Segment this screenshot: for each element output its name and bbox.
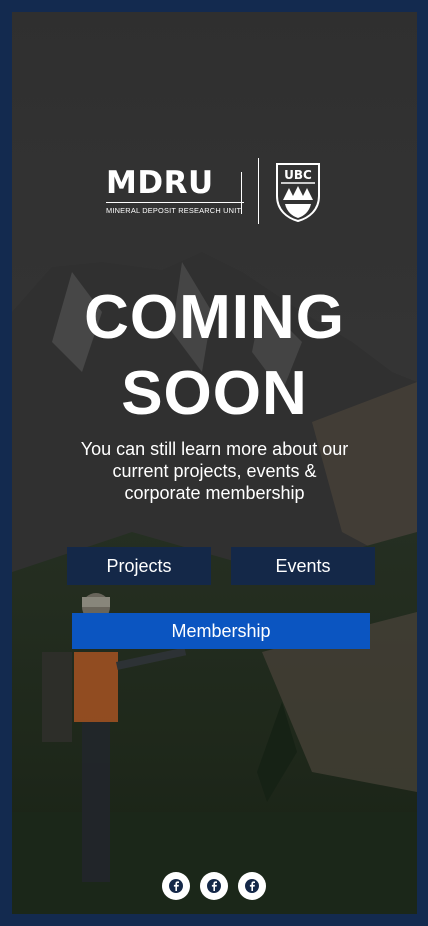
intro-line-2: current projects, events & (112, 461, 317, 481)
facebook-link-2[interactable] (200, 872, 228, 900)
membership-button[interactable]: Membership (72, 613, 370, 649)
intro-line-3: corporate membership (124, 483, 305, 503)
intro-text: You can still learn more about our curre… (42, 438, 387, 504)
mdru-logo-text: MDRU (106, 165, 214, 201)
heading-line-1: COMING (84, 283, 345, 352)
facebook-link-1[interactable] (162, 872, 190, 900)
logo-row: MDRU MINERAL DEPOSIT RESEARCH UNIT UBC (12, 158, 417, 224)
facebook-icon (245, 879, 259, 893)
ubc-crest-logo: UBC (276, 163, 320, 222)
facebook-icon (207, 879, 221, 893)
intro-line-1: You can still learn more about our (80, 439, 349, 459)
logo-divider (258, 158, 259, 224)
facebook-icon (169, 879, 183, 893)
heading-line-2: SOON (121, 359, 308, 428)
facebook-link-3[interactable] (238, 872, 266, 900)
coming-soon-heading: COMING SOON (12, 280, 417, 432)
mdru-logo-rule (106, 202, 244, 203)
events-button[interactable]: Events (231, 547, 375, 585)
projects-button[interactable]: Projects (67, 547, 211, 585)
mdru-logo-tagline: MINERAL DEPOSIT RESEARCH UNIT (106, 206, 242, 215)
ubc-logo-text: UBC (284, 168, 312, 182)
page-frame: MDRU MINERAL DEPOSIT RESEARCH UNIT UBC C… (12, 12, 417, 914)
